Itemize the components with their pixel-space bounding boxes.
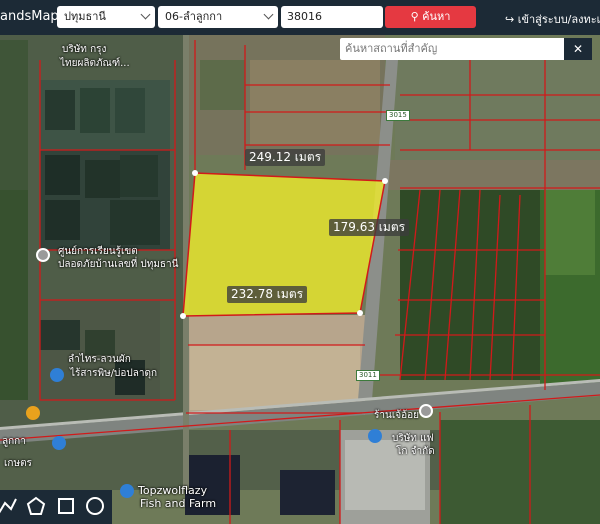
map-label-learning-center-2: ปลอดภัยบ้านเลขที่ ปทุมธานี bbox=[58, 259, 179, 270]
place-search-placeholder: ค้นหาสถานที่สำคัญ bbox=[345, 42, 438, 55]
search-icon: ⚲ bbox=[410, 10, 419, 23]
map-label-farm-2: ไร้สารพิษ/บ่อปลาดุก bbox=[70, 368, 158, 379]
map-pin-shop[interactable] bbox=[419, 404, 433, 418]
measurement-bottom: 232.78 เมตร bbox=[227, 286, 308, 303]
map-pin-company[interactable] bbox=[368, 429, 382, 443]
district-select-value: 06-ลำลูกกา bbox=[165, 10, 223, 23]
map-label-lamlukka: ลูกกา bbox=[2, 436, 26, 447]
top-bar: andsMaps ปทุมธานี 06-ลำลูกกา 38016 ⚲ ค้น… bbox=[0, 0, 600, 35]
route-sign-3011: 3011 bbox=[356, 370, 380, 381]
login-label: เข้าสู่ระบบ/ลงทะเบี bbox=[517, 13, 600, 26]
map-label-company-2: ไทยผลิตภัณฑ์... bbox=[60, 58, 130, 69]
route-sign-3015: 3015 bbox=[386, 110, 410, 121]
map-label-company: บริษัท กรุง bbox=[62, 44, 107, 55]
map-label-fish-farm-2: Fish and Farm bbox=[140, 497, 217, 510]
map-label-fish-farm: Topzwolflazy bbox=[138, 484, 208, 497]
map-pin-lamlukka[interactable] bbox=[52, 436, 66, 450]
login-icon: ↪ bbox=[505, 13, 515, 26]
province-select-value: ปทุมธานี bbox=[64, 10, 106, 23]
map-pin-farm[interactable] bbox=[50, 368, 64, 382]
drawing-toolbar bbox=[0, 490, 112, 524]
map-pin-orange[interactable] bbox=[26, 406, 40, 420]
district-select[interactable]: 06-ลำลูกกา bbox=[158, 6, 278, 28]
map-pin-fish-farm[interactable] bbox=[120, 484, 134, 498]
map-label-farm: ลำไทร-ลวนผัก bbox=[68, 354, 131, 365]
search-button-label: ค้นหา bbox=[422, 10, 451, 23]
province-select[interactable]: ปทุมธานี bbox=[57, 6, 155, 28]
chevron-down-icon bbox=[263, 9, 274, 20]
measurement-right: 179.63 เมตร bbox=[329, 219, 410, 236]
place-search-input[interactable]: ค้นหาสถานที่สำคัญ ✕ bbox=[340, 38, 592, 60]
polygon-tool[interactable] bbox=[25, 495, 47, 517]
map-label-shop: ร้านเจ้อ้อย bbox=[374, 410, 419, 421]
map-label-kaset: เกษตร bbox=[4, 458, 32, 469]
map-label-company-3b: โก จำกัด bbox=[396, 446, 435, 457]
polyline-tool[interactable] bbox=[0, 495, 18, 517]
chevron-down-icon bbox=[140, 9, 151, 20]
search-button[interactable]: ⚲ ค้นหา bbox=[385, 6, 476, 28]
login-link[interactable]: ↪ เข้าสู่ระบบ/ลงทะเบี bbox=[505, 10, 600, 28]
close-icon[interactable]: ✕ bbox=[564, 38, 592, 60]
circle-tool[interactable] bbox=[84, 495, 106, 517]
measurement-top: 249.12 เมตร bbox=[245, 149, 326, 166]
parcel-number-input[interactable]: 38016 bbox=[281, 6, 383, 28]
rectangle-tool[interactable] bbox=[55, 495, 77, 517]
brand-name: andsMaps bbox=[0, 9, 66, 24]
map-pin-learning-center[interactable] bbox=[36, 248, 50, 262]
